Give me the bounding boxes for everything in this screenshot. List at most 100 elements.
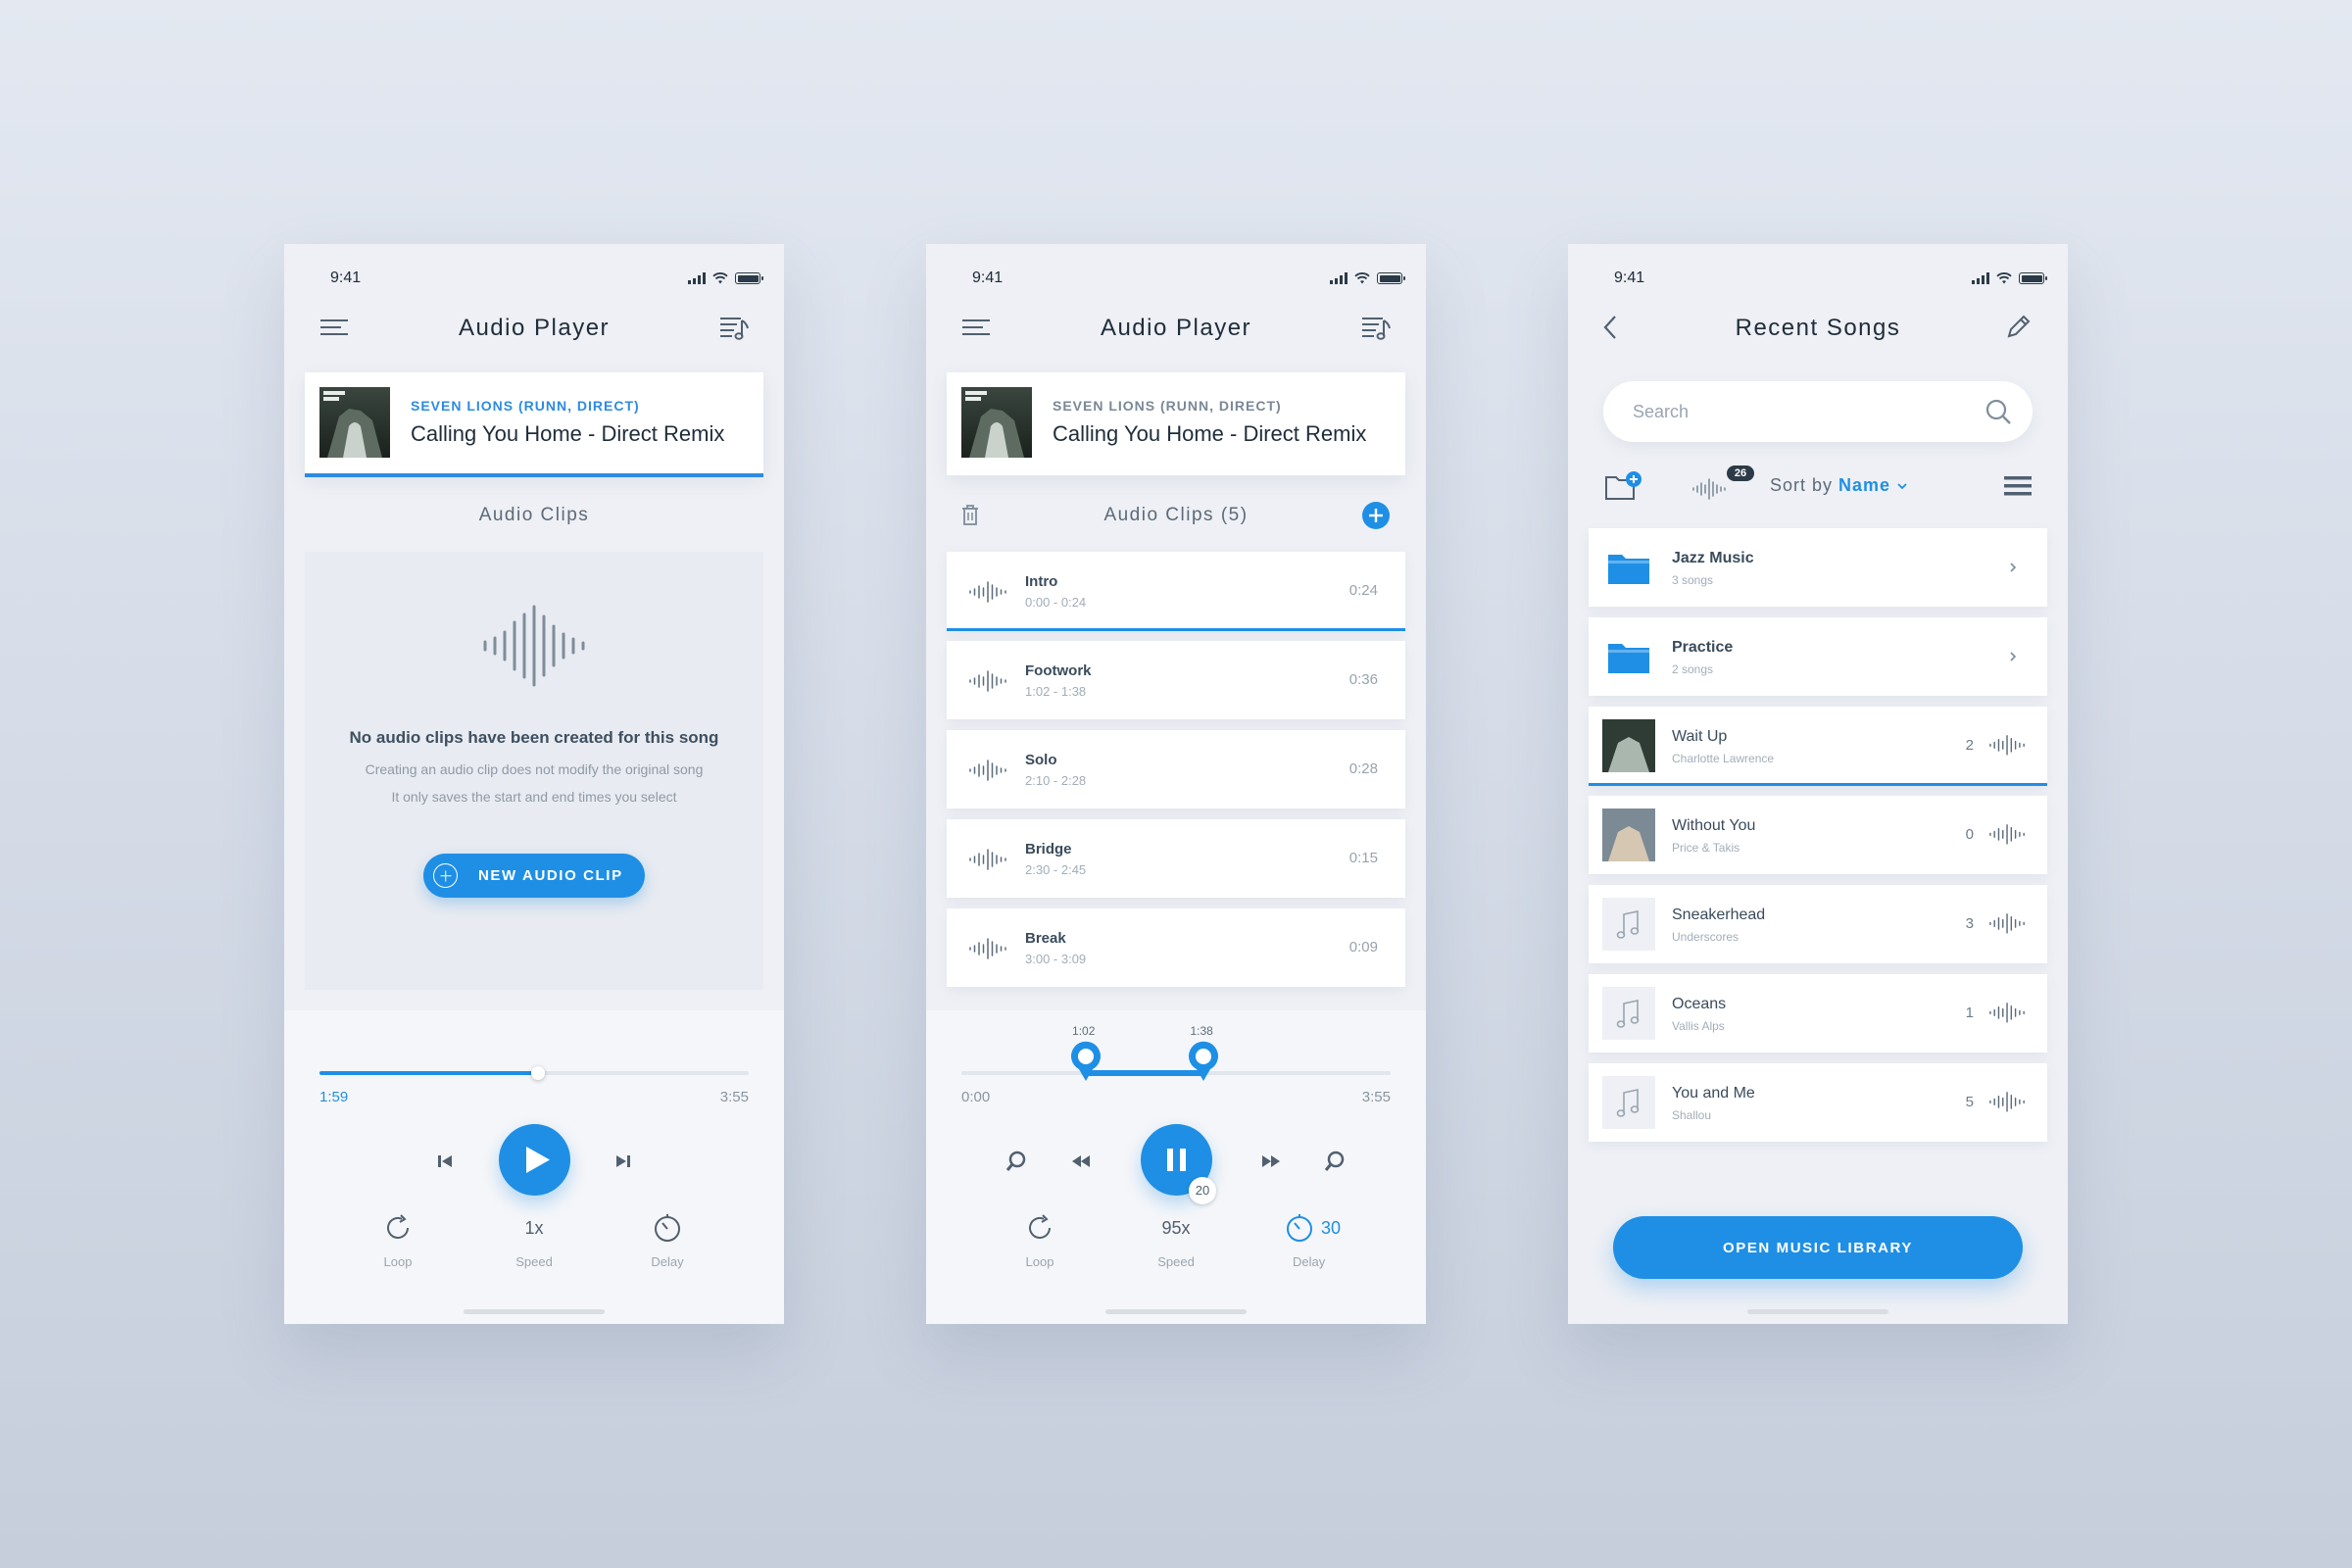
clip-row[interactable]: Break 3:00 - 3:09 0:09	[947, 908, 1405, 987]
fast-forward-icon[interactable]	[1259, 1150, 1283, 1173]
folder-icon	[1608, 644, 1649, 673]
total-time: 3:55	[719, 1089, 749, 1105]
empty-title: No audio clips have been created for thi…	[349, 728, 719, 747]
page-title: Recent Songs	[1735, 315, 1901, 341]
next-track-icon[interactable]	[612, 1150, 635, 1173]
clip-count: 3	[1965, 915, 1974, 932]
clip-name: Bridge	[1025, 841, 1072, 858]
new-folder-icon[interactable]	[1603, 469, 1642, 503]
new-audio-clip-button[interactable]: NEW AUDIO CLIP	[423, 854, 645, 898]
folder-row[interactable]: Practice 2 songs	[1589, 617, 2047, 696]
search-input[interactable]	[1633, 397, 1966, 426]
song-artist: SEVEN LIONS (RUNN, DIRECT)	[1053, 398, 1282, 414]
speed-label: Speed	[515, 1254, 553, 1269]
status-time: 9:41	[972, 270, 1004, 286]
clip-duration: 0:09	[1348, 939, 1378, 956]
song-row[interactable]: Sneakerhead Underscores 3	[1589, 885, 2047, 963]
signal-icon	[688, 272, 706, 284]
clip-end-handle[interactable]	[1184, 1038, 1223, 1085]
list-view-icon[interactable]	[2003, 473, 2033, 499]
loop-icon	[387, 1214, 409, 1239]
waveform-icon	[1989, 824, 2025, 845]
home-indicator	[1747, 1309, 1888, 1314]
folder-name: Jazz Music	[1672, 550, 1754, 566]
clip-duration: 0:36	[1348, 671, 1378, 688]
signal-icon	[1330, 272, 1348, 284]
clip-row[interactable]: Bridge 2:30 - 2:45 0:15	[947, 819, 1405, 898]
album-art	[1602, 719, 1655, 772]
seek-bar[interactable]	[961, 1070, 1391, 1076]
rewind-icon[interactable]	[1069, 1150, 1093, 1173]
clip-row[interactable]: Intro 0:00 - 0:24 0:24	[947, 552, 1405, 631]
status-bar: 9:41	[926, 270, 1426, 289]
status-time: 9:41	[1614, 270, 1645, 286]
waveform-icon	[969, 938, 1006, 959]
sort-dropdown[interactable]: Sort by Name	[1770, 475, 1908, 496]
clip-range: 2:10 - 2:28	[1025, 773, 1087, 788]
waveform-icon	[1989, 1092, 2025, 1112]
waveform-icon[interactable]	[1691, 477, 1731, 501]
zoom-in-icon[interactable]	[1323, 1150, 1347, 1173]
song-row[interactable]: Without You Price & Takis 0	[1589, 796, 2047, 874]
audio-player-screen-empty: 9:41 Audio Player SEVEN LIONS (RUNN, DIR…	[284, 244, 784, 1324]
player-panel: 1:59 3:55 Loop 1x Speed Delay	[284, 1010, 784, 1324]
speed-option[interactable]: 1x Speed	[495, 1210, 573, 1270]
current-time: 1:59	[319, 1089, 349, 1105]
clip-row[interactable]: Footwork 1:02 - 1:38 0:36	[947, 641, 1405, 719]
folder-row[interactable]: Jazz Music 3 songs	[1589, 528, 2047, 607]
previous-track-icon[interactable]	[433, 1150, 457, 1173]
delay-option[interactable]: Delay	[628, 1210, 707, 1269]
song-title: Calling You Home - Direct Remix	[411, 421, 725, 446]
edit-pencil-icon[interactable]	[2001, 311, 2034, 344]
clip-start-time: 1:02	[1072, 1024, 1096, 1038]
song-row[interactable]: You and Me Shallou 5	[1589, 1063, 2047, 1142]
home-indicator	[1105, 1309, 1247, 1314]
zoom-out-icon[interactable]	[1004, 1150, 1028, 1173]
song-artist: Vallis Alps	[1672, 1019, 1725, 1033]
plus-circle-icon	[433, 863, 458, 888]
seek-bar-handle[interactable]	[531, 1066, 546, 1080]
song-artist: Underscores	[1672, 930, 1740, 944]
waveform-icon	[483, 605, 585, 687]
song-artist: SEVEN LIONS (RUNN, DIRECT)	[411, 398, 640, 414]
play-button[interactable]	[499, 1124, 570, 1196]
audio-player-screen-clips: 9:41 Audio Player SEVEN LIONS (RUNN, DIR…	[926, 244, 1426, 1324]
song-row[interactable]: Wait Up Charlotte Lawrence 2	[1589, 707, 2047, 786]
playlist-icon[interactable]	[1359, 311, 1393, 344]
selected-indicator	[947, 628, 1405, 631]
playlist-icon[interactable]	[717, 311, 751, 344]
loop-label: Loop	[1025, 1254, 1054, 1269]
seek-bar[interactable]	[319, 1066, 749, 1080]
clip-row[interactable]: Solo 2:10 - 2:28 0:28	[947, 730, 1405, 808]
speed-option[interactable]: 95x Speed	[1137, 1210, 1215, 1270]
song-title: Calling You Home - Direct Remix	[1053, 421, 1367, 446]
search-bar[interactable]	[1603, 381, 2033, 442]
play-icon	[526, 1147, 550, 1173]
add-clip-icon[interactable]	[1361, 501, 1391, 530]
clip-duration: 0:28	[1348, 760, 1378, 777]
song-row[interactable]: Oceans Vallis Alps 1	[1589, 974, 2047, 1053]
waveform-icon	[1989, 913, 2025, 934]
clip-count-badge: 26	[1727, 466, 1754, 481]
sort-prefix: Sort by	[1770, 475, 1834, 495]
music-note-icon	[1602, 987, 1655, 1040]
loop-option[interactable]: Loop	[359, 1210, 437, 1269]
now-playing-card[interactable]: SEVEN LIONS (RUNN, DIRECT) Calling You H…	[305, 372, 763, 477]
battery-icon	[1377, 272, 1405, 284]
speed-label: Speed	[1157, 1254, 1195, 1269]
timer-icon	[655, 1214, 680, 1242]
section-title: Audio Clips	[478, 505, 590, 525]
speed-value: 1x	[524, 1217, 544, 1238]
loop-option[interactable]: Loop	[1001, 1210, 1079, 1269]
song-name: Without You	[1672, 817, 1756, 834]
song-artist: Price & Takis	[1672, 841, 1740, 855]
search-icon[interactable]	[1984, 397, 2013, 426]
now-playing-card[interactable]: SEVEN LIONS (RUNN, DIRECT) Calling You H…	[947, 372, 1405, 475]
chevron-right-icon	[2010, 652, 2017, 662]
loop-label: Loop	[383, 1254, 413, 1269]
delay-option[interactable]: 30 Delay	[1270, 1210, 1368, 1269]
folder-name: Practice	[1672, 639, 1734, 656]
clip-start-handle[interactable]	[1066, 1038, 1105, 1085]
clip-range: 1:02 - 1:38	[1025, 684, 1087, 699]
open-music-library-button[interactable]: OPEN MUSIC LIBRARY	[1613, 1216, 2023, 1279]
